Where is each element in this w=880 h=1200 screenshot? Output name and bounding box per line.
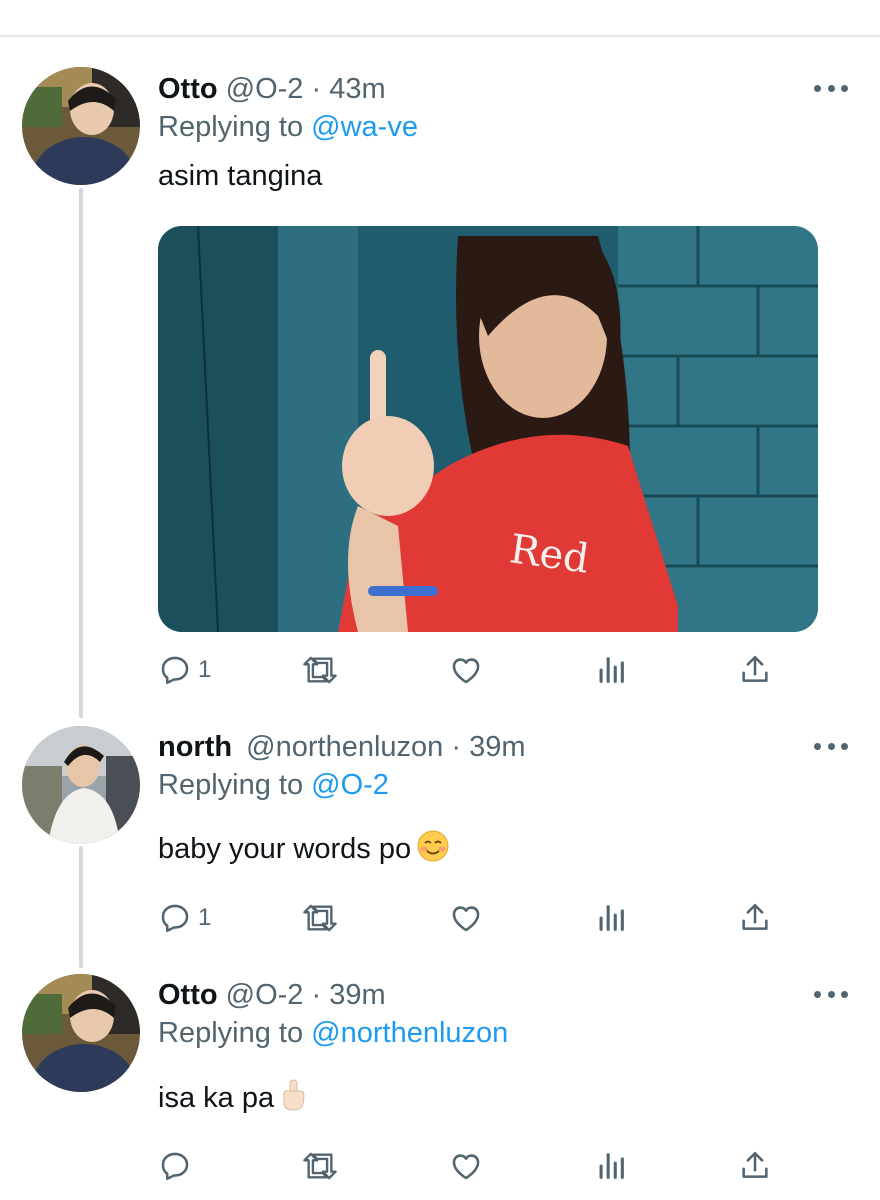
analytics-button[interactable] <box>596 650 626 690</box>
share-icon <box>742 655 768 682</box>
heart-icon <box>452 906 480 932</box>
hand-gesture-emoji <box>280 1078 306 1121</box>
display-name[interactable]: north <box>158 731 232 763</box>
tweet-actions: 1 <box>158 898 798 938</box>
more-icon[interactable] <box>814 984 848 1004</box>
reply-button[interactable]: 1 <box>158 898 211 938</box>
like-button[interactable] <box>448 898 484 938</box>
retweet-icon <box>303 1152 337 1180</box>
tweet-text: baby your words po <box>158 833 412 866</box>
share-icon <box>742 903 768 930</box>
thread-connector <box>79 188 83 718</box>
reply-count: 1 <box>198 656 212 683</box>
separator: · <box>311 73 322 105</box>
reply-icon <box>161 904 189 933</box>
timestamp[interactable]: 39m <box>469 731 525 763</box>
retweet-icon <box>303 904 337 932</box>
display-name[interactable]: Otto <box>158 979 218 1011</box>
tweet-text-row: isa ka pa <box>158 1078 840 1121</box>
replying-to-label: Replying to <box>158 769 304 801</box>
retweet-button[interactable] <box>300 898 340 938</box>
retweet-button[interactable] <box>300 1146 340 1186</box>
analytics-button[interactable] <box>596 1146 626 1186</box>
avatar[interactable] <box>22 726 140 844</box>
reply-mention-link[interactable]: @northenluzon <box>311 1017 508 1049</box>
smiling-face-emoji <box>417 830 449 871</box>
analytics-icon <box>599 905 624 931</box>
analytics-icon <box>599 1153 624 1179</box>
replying-to-label: Replying to <box>158 1017 304 1049</box>
user-handle[interactable]: @O-2 <box>226 979 304 1011</box>
share-button[interactable] <box>738 1146 772 1186</box>
thread-connector <box>79 846 83 968</box>
tweet-header: Otto @O-2 · 43m <box>158 72 840 106</box>
separator: · <box>451 731 462 763</box>
like-button[interactable] <box>448 1146 484 1186</box>
share-button[interactable] <box>738 898 772 938</box>
tweet-photo[interactable]: Red <box>158 226 818 632</box>
user-handle[interactable]: @northenluzon <box>246 731 443 763</box>
reply-button[interactable] <box>158 1146 198 1186</box>
timestamp[interactable]: 43m <box>329 73 385 105</box>
timestamp[interactable]: 39m <box>329 979 385 1011</box>
heart-icon <box>452 1154 480 1180</box>
retweet-button[interactable] <box>300 650 340 690</box>
replying-to-label: Replying to <box>158 111 304 143</box>
display-name[interactable]: Otto <box>158 73 218 105</box>
top-divider <box>0 35 880 37</box>
share-button[interactable] <box>738 650 772 690</box>
retweet-icon <box>303 656 337 684</box>
avatar[interactable] <box>22 67 140 185</box>
tweet-text: asim tangina <box>158 160 323 192</box>
analytics-button[interactable] <box>596 898 626 938</box>
reply-mention-link[interactable]: @wa-ve <box>311 111 418 143</box>
top-strip <box>0 0 880 36</box>
reply-button[interactable]: 1 <box>158 650 211 690</box>
user-handle[interactable]: @O-2 <box>226 73 304 105</box>
tweet-actions <box>158 1146 798 1186</box>
like-button[interactable] <box>448 650 484 690</box>
tweet-actions: 1 <box>158 650 798 690</box>
replying-to: Replying to @northenluzon <box>158 1016 840 1050</box>
reply-mention-link[interactable]: @O-2 <box>311 769 389 801</box>
replying-to: Replying to @wa-ve <box>158 110 840 144</box>
reply-icon <box>161 1152 189 1181</box>
reply-count: 1 <box>198 904 212 931</box>
avatar[interactable] <box>22 974 140 1092</box>
heart-icon <box>452 658 480 684</box>
separator: · <box>311 979 322 1011</box>
more-icon[interactable] <box>814 736 848 756</box>
share-icon <box>742 1151 768 1178</box>
more-icon[interactable] <box>814 78 848 98</box>
tweet-text: isa ka pa <box>158 1082 275 1115</box>
replying-to: Replying to @O-2 <box>158 768 840 802</box>
tweet-header: north @northenluzon · 39m <box>158 730 840 764</box>
tweet-text-row: baby your words po <box>158 830 840 871</box>
analytics-icon <box>599 657 624 683</box>
reply-icon <box>161 656 189 685</box>
tweet-header: Otto @O-2 · 39m <box>158 978 840 1012</box>
